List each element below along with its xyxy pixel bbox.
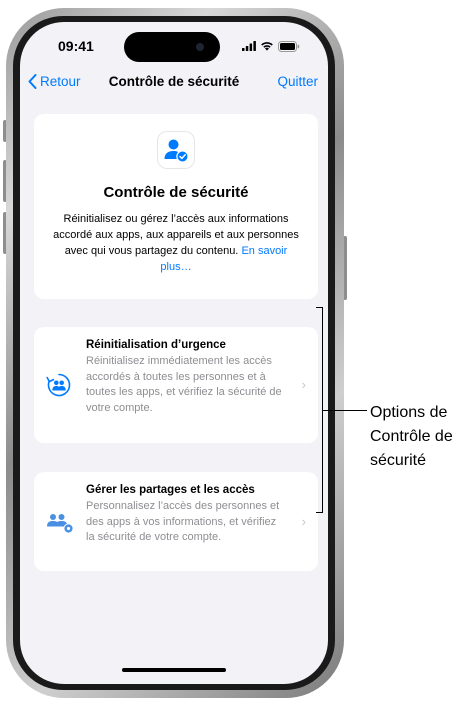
home-indicator: [122, 668, 226, 672]
safety-check-icon: [158, 132, 194, 168]
callout-line: [322, 410, 367, 411]
dynamic-island: [124, 32, 220, 62]
option-title: Gérer les partages et les accès: [86, 484, 255, 496]
chevron-right-icon: ›: [301, 377, 306, 392]
intro-card: Contrôle de sécurité Réinitialisez ou gé…: [34, 114, 318, 299]
option-description: Personnalisez l’accès des personnes et d…: [86, 500, 280, 543]
camera-icon: [196, 43, 204, 51]
status-icons: [242, 40, 300, 52]
wifi-icon: [261, 42, 273, 51]
status-time: 09:41: [58, 38, 94, 54]
navigation-bar: Retour Contrôle de sécurité Quitter: [20, 72, 328, 96]
status-bar: 09:41: [20, 22, 328, 66]
phone-screen: 09:41 Retour Contrôle de sécurité Quitte…: [20, 22, 328, 684]
chevron-right-icon: ›: [301, 514, 306, 529]
quit-button[interactable]: Quitter: [277, 74, 318, 89]
emergency-reset-option[interactable]: Réinitialisation d’urgence Réinitialisez…: [34, 327, 318, 443]
manage-sharing-icon: [46, 509, 74, 535]
option-title: Réinitialisation d’urgence: [86, 339, 226, 351]
emergency-reset-icon: [46, 372, 72, 398]
callout-label: Options de Contrôle de sécurité: [370, 404, 453, 469]
intro-description: Réinitialisez ou gérez l’accès aux infor…: [48, 211, 304, 275]
manage-sharing-option[interactable]: Gérer les partages et les accès Personna…: [34, 472, 318, 571]
cellular-signal-icon: [242, 41, 256, 51]
option-description: Réinitialisez immédiatement les accès ac…: [86, 355, 282, 414]
intro-title: Contrôle de sécurité: [103, 184, 249, 201]
battery-icon: [278, 40, 300, 52]
